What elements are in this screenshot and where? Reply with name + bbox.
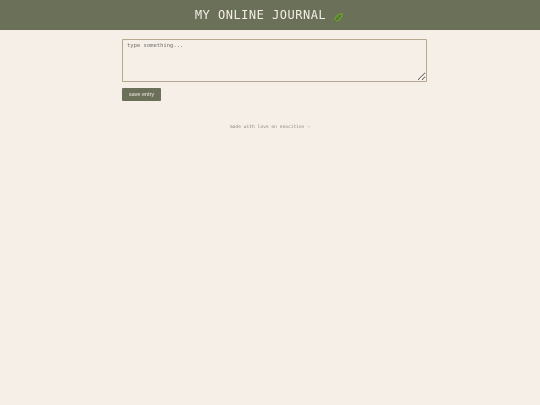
site-title: MY ONLINE JOURNAL [194,8,327,22]
journal-entry-input[interactable] [122,39,427,82]
leaf-icon [332,9,345,22]
footer-text: made with love on neocities ✧ [229,125,311,130]
site-header: MY ONLINE JOURNAL [0,0,540,30]
journal-main: save entry [122,39,427,101]
save-entry-button[interactable]: save entry [122,88,161,101]
